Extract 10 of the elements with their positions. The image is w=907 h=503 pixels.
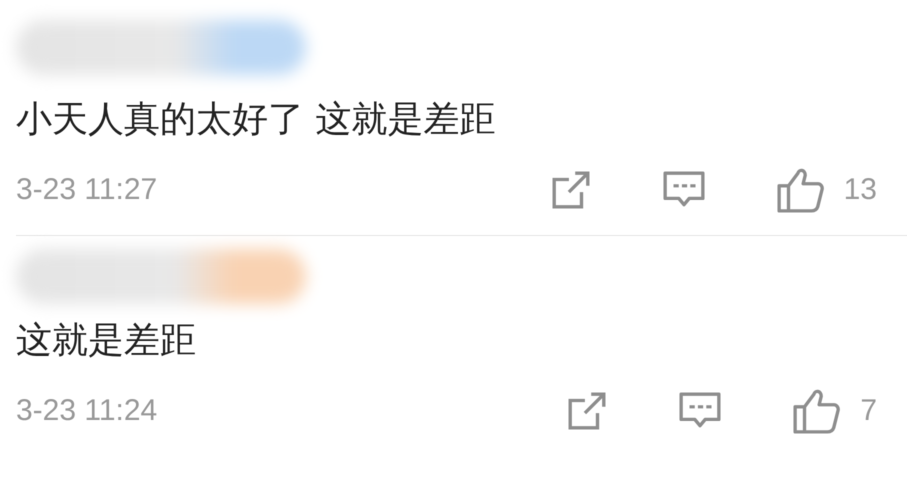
comment-text: 小天人真的太好了 这就是差距 [16, 98, 496, 142]
comment-text: 这就是差距 [16, 319, 197, 363]
share-icon[interactable] [550, 169, 592, 211]
like-count: 13 [844, 173, 877, 207]
thumbs-up-icon[interactable] [776, 167, 824, 213]
thumbs-up-icon[interactable] [792, 388, 840, 434]
comment-time: 3-23 11:27 [16, 173, 158, 207]
like-count: 7 [860, 394, 877, 428]
comment-time: 3-23 11:24 [16, 394, 158, 428]
share-icon[interactable] [566, 390, 608, 432]
